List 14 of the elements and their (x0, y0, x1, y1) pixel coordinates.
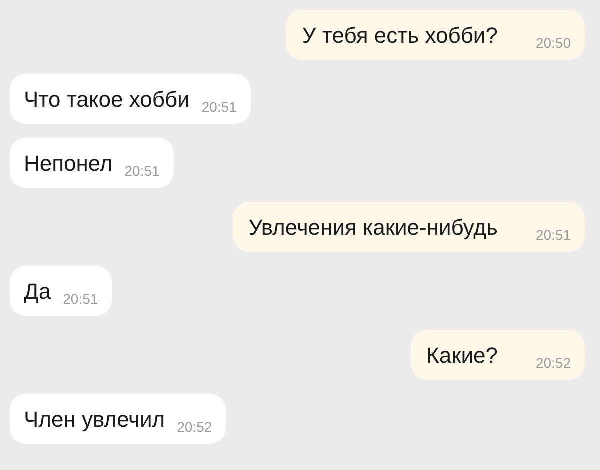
message-time: 20:52 (536, 354, 571, 372)
message-time: 20:52 (177, 418, 212, 436)
message-time: 20:50 (536, 34, 571, 52)
message-text: Член увлечил (24, 406, 166, 434)
message-text: Непонел (24, 150, 113, 178)
message-time: 20:51 (536, 226, 571, 244)
message-text: У тебя есть хобби? (302, 22, 498, 50)
message-time: 20:51 (124, 162, 160, 180)
message-time: 20:51 (202, 98, 237, 116)
message-text: Да (24, 278, 52, 306)
message-text: Увлечения какие-нибудь (248, 214, 498, 242)
message-time: 20:51 (63, 290, 98, 308)
message-text: Что такое хобби (24, 86, 190, 114)
message-text: Какие? (426, 342, 498, 370)
